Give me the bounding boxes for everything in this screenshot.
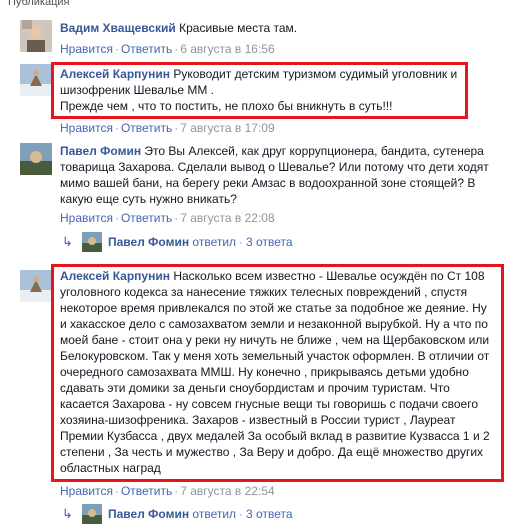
comment-text-line: Премии Кузбасса , двух медалей За особый…: [60, 429, 490, 443]
separator: ·: [114, 484, 119, 498]
reply-link[interactable]: Ответить: [121, 42, 172, 56]
comment-date[interactable]: 7 августа в 17:09: [180, 121, 274, 135]
comment-text-line: некоторое время привлекался по этой же с…: [60, 301, 487, 315]
comment-author[interactable]: Павел Фомин: [60, 144, 141, 158]
comment-text-line: Это Вы Алексей, как друг коррупционера, …: [144, 144, 484, 158]
comment-meta: Нравится · Ответить · 7 августа в 17:09: [60, 120, 275, 136]
reply-author[interactable]: Павел Фомин: [108, 234, 189, 250]
comment-text-line: шизофреник Шевалье ММ .: [60, 83, 215, 97]
separator: ·: [114, 211, 119, 225]
comment-text-line: степени , За честь и мужество , За Веру …: [60, 445, 484, 459]
comment-text-line: уголовного кодекса за нанесение тяжких т…: [60, 285, 468, 299]
comment-text-line: касается Захарова - ну совсем гнусные ве…: [60, 397, 479, 411]
reply-arrow-icon: ↳: [62, 234, 73, 249]
like-link[interactable]: Нравится: [60, 42, 113, 56]
comment-author[interactable]: Вадим Хващевский: [60, 21, 176, 35]
reply-count[interactable]: 3 ответа: [246, 506, 292, 522]
reply-link[interactable]: Ответить: [121, 484, 172, 498]
comment-body: Вадим Хващевский Красивые места там.: [60, 20, 500, 36]
reply-link[interactable]: Ответить: [121, 211, 172, 225]
comment-text-line: сдавать эти домики за деньги сноубордист…: [60, 381, 450, 395]
comment-meta: Нравится · Ответить · 7 августа в 22:54: [60, 483, 275, 499]
comment-body: Павел Фомин Это Вы Алексей, как друг кор…: [60, 143, 500, 207]
comment-text-line: очередного самозахвата ММШ. Ну конечно ,…: [60, 365, 469, 379]
comment-body: Алексей Карпунин Насколько всем известно…: [60, 268, 500, 476]
avatar[interactable]: [20, 20, 52, 52]
comment-text: Красивые места там.: [179, 21, 298, 35]
avatar[interactable]: [20, 143, 52, 175]
comment-author[interactable]: Алексей Карпунин: [60, 269, 170, 283]
comment-text-line: Белокуровском. Так у меня хоть земельный…: [60, 349, 490, 363]
comment-body: Алексей Карпунин Руководит детским туриз…: [60, 66, 500, 114]
replies-link[interactable]: ↳ Павел Фомин ответил · 3 ответа: [62, 504, 293, 524]
avatar: [82, 504, 102, 524]
comment-text-line: областных наград: [60, 461, 161, 475]
reply-count[interactable]: 3 ответа: [246, 234, 292, 250]
comment-text-line: товарища Захарова. Сделали вывод о Шевал…: [60, 160, 489, 174]
comment-meta: Нравится · Ответить · 7 августа в 22:08: [60, 210, 275, 226]
comment-date[interactable]: 7 августа в 22:54: [180, 484, 274, 498]
comment-text-line: Руководит детским туризмом судимый уголо…: [173, 67, 458, 81]
section-label: Публикация: [8, 0, 70, 8]
replies-link[interactable]: ↳ Павел Фомин ответил · 3 ответа: [62, 232, 293, 252]
reply-author[interactable]: Павел Фомин: [108, 506, 189, 522]
separator: ·: [114, 121, 119, 135]
like-link[interactable]: Нравится: [60, 211, 113, 225]
separator: ·: [114, 42, 119, 56]
comment-meta: Нравится · Ответить · 6 августа в 16:56: [60, 41, 275, 57]
comment-date[interactable]: 7 августа в 22:08: [180, 211, 274, 225]
like-link[interactable]: Нравится: [60, 484, 113, 498]
comment-date[interactable]: 6 августа в 16:56: [180, 42, 274, 56]
comment-text-line: моей бане - стоит она у реки ну ничуть н…: [60, 333, 490, 347]
reply-link[interactable]: Ответить: [121, 121, 172, 135]
comment-text-line: хозяина-шизофреника. Захаров - известный…: [60, 413, 456, 427]
separator: ·: [239, 235, 244, 249]
separator: ·: [239, 507, 244, 521]
avatar[interactable]: [20, 64, 52, 96]
reply-action: ответил: [192, 507, 237, 521]
avatar: [82, 232, 102, 252]
like-link[interactable]: Нравится: [60, 121, 113, 135]
reply-arrow-icon: ↳: [62, 506, 73, 521]
comment-text-line: Насколько всем известно - Шевалье осуждё…: [173, 269, 485, 283]
comment-text-line: мимо вашей бани, на берегу реки Амзас в …: [60, 176, 476, 190]
comment-text-line: какую еще суть нужно вникать?: [60, 192, 237, 206]
comment-text-line: и хакасское дело с самозахватом земли и …: [60, 317, 488, 331]
reply-action: ответил: [192, 235, 237, 249]
comment-author[interactable]: Алексей Карпунин: [60, 67, 170, 81]
avatar[interactable]: [20, 270, 52, 302]
comment-text-line: Прежде чем , что то постить, не плохо бы…: [60, 99, 393, 113]
